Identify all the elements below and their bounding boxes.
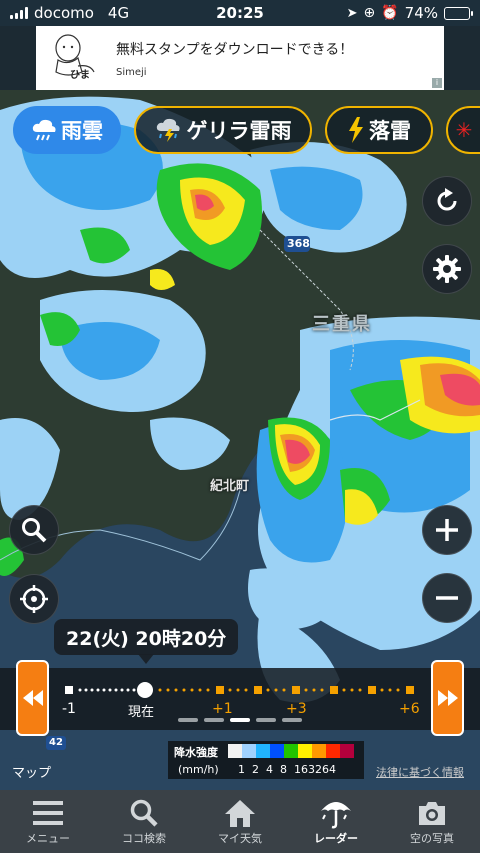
refresh-button[interactable] <box>422 176 472 226</box>
plus-icon <box>436 519 458 541</box>
fast-forward-button[interactable] <box>431 660 464 736</box>
rewind-button[interactable] <box>16 660 49 736</box>
timeline-handle[interactable] <box>137 682 153 698</box>
gear-icon <box>433 255 461 283</box>
tab-sky-photos[interactable]: 空の写真 <box>384 790 480 853</box>
legend-swatch <box>340 744 354 758</box>
route-number-2: 42 <box>49 737 63 748</box>
rewind-icon <box>22 690 43 706</box>
layer-label: ゲリラ雷雨 <box>186 119 292 143</box>
menu-icon <box>33 801 63 825</box>
tab-menu[interactable]: メニュー <box>0 790 96 853</box>
more-layer-icon: ✳ <box>455 118 473 142</box>
ad-brand: Simeji <box>116 66 147 78</box>
ad-info-icon[interactable]: i <box>432 78 442 88</box>
location-arrow-icon: ➤ <box>346 5 358 21</box>
thunder-cloud-icon <box>156 118 180 142</box>
map-credit-text: マップ <box>12 766 52 781</box>
layer-label: 落雷 <box>369 119 411 143</box>
lightning-icon <box>349 117 363 143</box>
legend-swatch <box>284 744 298 758</box>
time-bubble-text: 22(火) 20時20分 <box>66 627 227 650</box>
home-icon <box>225 800 255 827</box>
legend-value: 64 <box>322 763 336 776</box>
current-location-button[interactable] <box>9 574 59 624</box>
legal-info-link[interactable]: 法律に基づく情報 <box>376 764 464 780</box>
tick-plus-1: +1 <box>212 701 233 717</box>
legend-swatch <box>228 744 242 758</box>
legend-swatch <box>298 744 312 758</box>
tab-label: マイ天気 <box>218 832 262 845</box>
network-type: 4G <box>107 4 130 22</box>
search-button[interactable] <box>9 505 59 555</box>
legend-swatch <box>242 744 256 758</box>
fast-forward-icon <box>437 690 458 706</box>
tab-label: レーダー <box>314 832 358 845</box>
tab-radar[interactable]: レーダー <box>288 790 384 853</box>
legend-swatch <box>312 744 326 758</box>
layer-guerrilla-storm[interactable]: ゲリラ雷雨 <box>134 106 312 154</box>
legend-value: 1 <box>238 763 245 776</box>
bottom-nav: メニュー ココ検索 マイ天気 レーダー 空の写真 <box>0 790 480 853</box>
tab-label: ココ検索 <box>122 832 166 845</box>
ad-headline: 無料スタンプをダウンロードできる！ <box>116 41 354 58</box>
prefecture-label: 三重県 <box>312 314 372 335</box>
umbrella-icon <box>321 802 351 829</box>
route-number: 368 <box>287 237 310 250</box>
tick-plus-3: +3 <box>286 701 307 717</box>
rain-cloud-icon <box>32 119 56 141</box>
refresh-icon <box>437 188 457 211</box>
settings-button[interactable] <box>422 244 472 294</box>
layer-lightning[interactable]: 落雷 <box>325 106 433 154</box>
time-bubble-pointer <box>138 654 154 664</box>
layer-label: 雨雲 <box>61 119 103 143</box>
legend-swatch <box>326 744 340 758</box>
minus-icon <box>436 596 458 600</box>
search-icon <box>22 518 47 543</box>
tab-label: メニュー <box>26 832 70 845</box>
rotation-lock-icon: ⊕ <box>363 5 376 21</box>
precipitation-legend: 降水強度 (mm/h) 1 2 4 8 16 32 64 <box>168 741 364 779</box>
legend-value: 8 <box>280 763 287 776</box>
ad-banner[interactable]: ひま 無料スタンプをダウンロードできる！ Simeji i <box>36 26 444 90</box>
legend-value: 32 <box>308 763 322 776</box>
legend-value: 4 <box>266 763 273 776</box>
timeline-track[interactable] <box>0 668 480 728</box>
camera-icon <box>419 802 445 825</box>
tab-search[interactable]: ココ検索 <box>96 790 192 853</box>
legend-value: 2 <box>252 763 259 776</box>
zoom-in-button[interactable] <box>422 505 472 555</box>
tab-my-weather[interactable]: マイ天気 <box>192 790 288 853</box>
battery-icon <box>444 6 473 20</box>
mascot-caption: ひま <box>70 70 90 81</box>
legend-value: 16 <box>294 763 308 776</box>
radar-screen: docomo 4G 20:25 ➤ ⊕ ⏰ 74% ひま 無料スタンプをダウンロ… <box>0 0 480 853</box>
tick-now: 現在 <box>128 705 155 720</box>
carrier-name: docomo <box>34 4 94 22</box>
signal-icon <box>10 7 28 19</box>
legend-unit: (mm/h) <box>178 763 219 776</box>
legend-swatch <box>256 744 270 758</box>
search-icon <box>130 799 158 827</box>
legend-swatches <box>228 744 354 758</box>
tick-plus-6: +6 <box>399 701 420 717</box>
tick-minus-1: -1 <box>62 701 76 717</box>
legend-swatch <box>270 744 284 758</box>
zoom-out-button[interactable] <box>422 573 472 623</box>
layer-rain-cloud[interactable]: 雨雲 <box>13 106 121 154</box>
battery-percent: 74% <box>404 4 438 22</box>
tab-label: 空の写真 <box>410 832 454 845</box>
city-label: 紀北町 <box>210 479 250 494</box>
status-bar: docomo 4G 20:25 ➤ ⊕ ⏰ 74% <box>0 0 480 26</box>
time-bubble: 22(火) 20時20分 <box>54 619 239 655</box>
alarm-icon: ⏰ <box>381 5 399 21</box>
legend-title: 降水強度 <box>174 746 218 759</box>
map-credit: マップ <box>12 762 51 781</box>
crosshair-icon <box>20 585 48 613</box>
